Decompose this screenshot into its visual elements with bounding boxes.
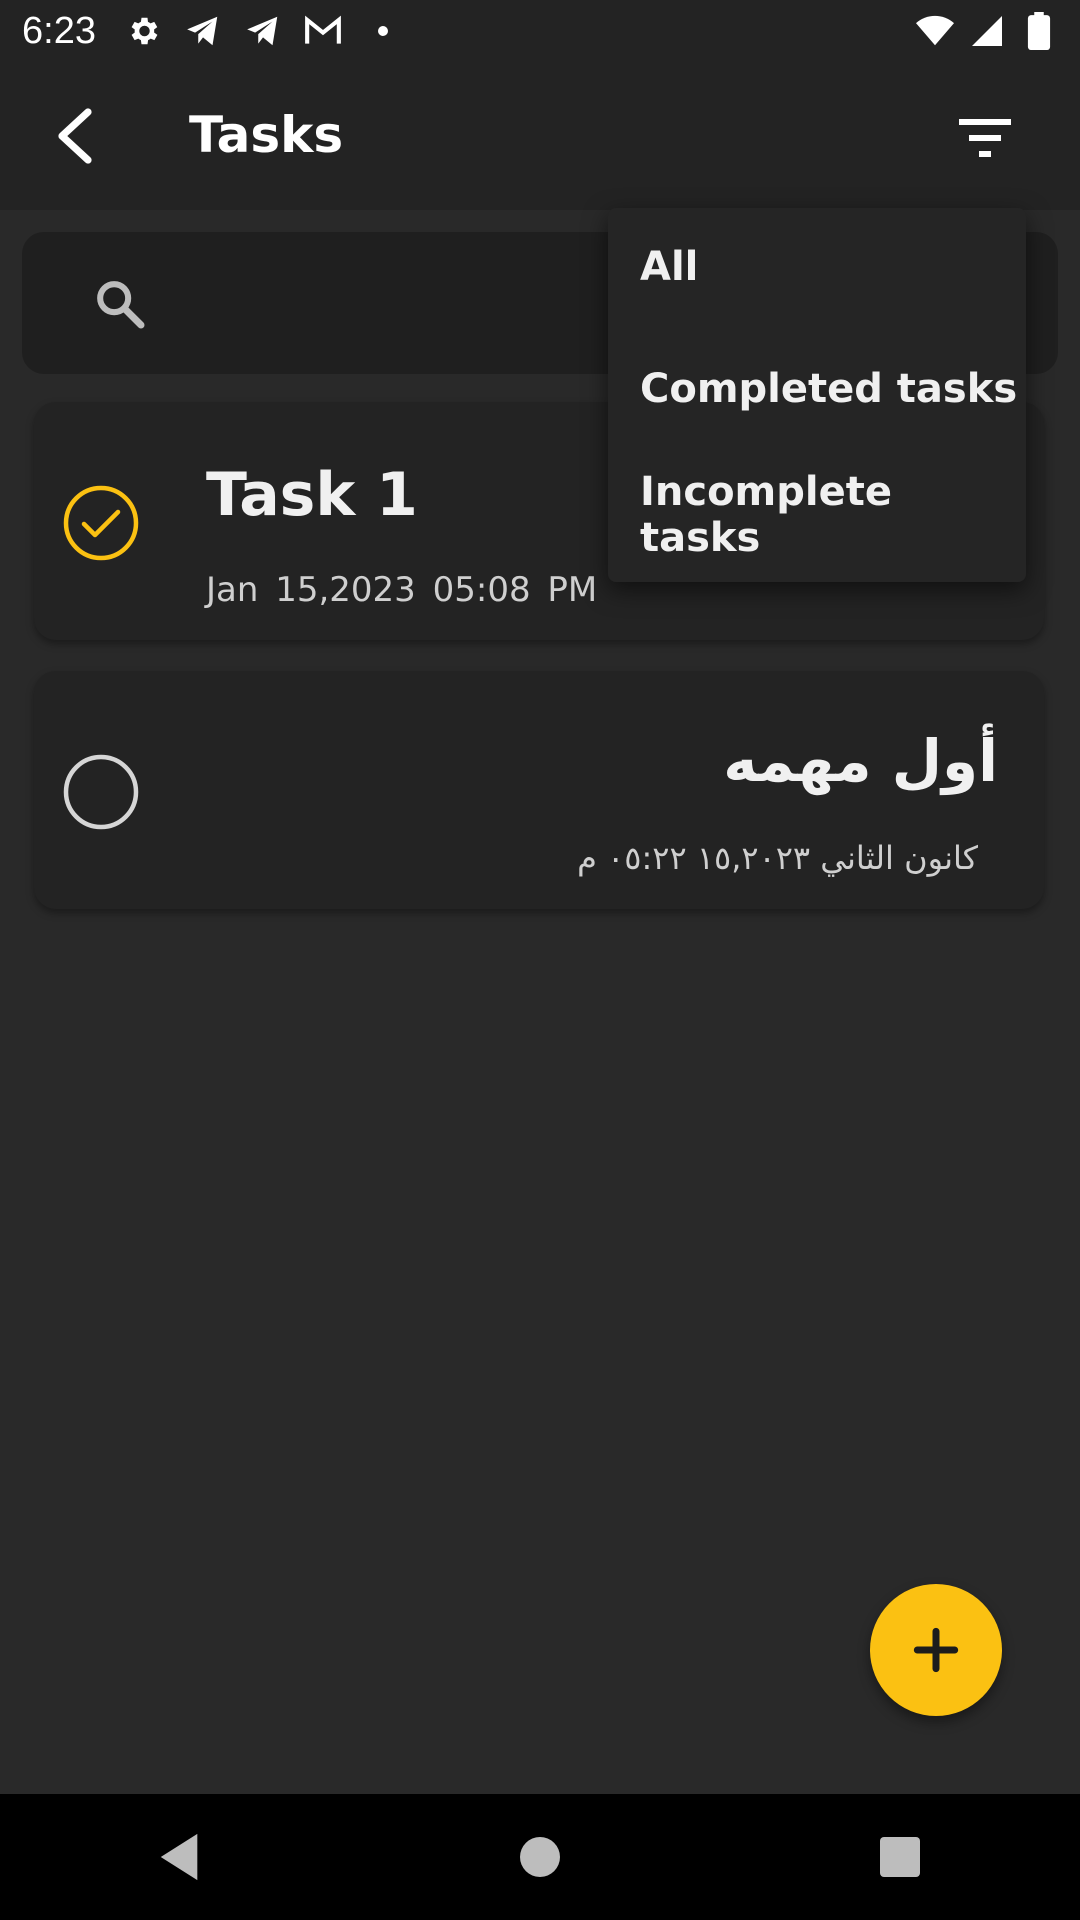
task-date: Jan 15,2023 05:08 PM [206,570,598,610]
checked-circle-icon[interactable] [62,484,140,562]
menu-item-completed[interactable]: Completed tasks [608,330,1026,448]
plus-icon [913,1627,959,1673]
wifi-icon [916,12,954,50]
navigation-bar [0,1794,1080,1920]
add-task-button[interactable] [870,1584,1002,1716]
status-time: 6:23 [22,9,96,52]
dot-icon [364,12,402,50]
search-icon [97,281,145,329]
signal-icon [968,12,1006,50]
nav-recents-button[interactable] [855,1812,945,1902]
telegram-icon [184,12,222,50]
task-title: Task 1 [206,460,418,530]
unchecked-circle-icon[interactable] [62,753,140,831]
menu-item-incomplete[interactable]: Incomplete tasks [608,456,1026,574]
nav-home-button[interactable] [495,1812,585,1902]
home-icon [520,1837,560,1877]
notification-icons [124,12,402,50]
filter-menu: All Completed tasks Incomplete tasks [608,208,1026,582]
filter-icon [959,119,1011,157]
back-icon [160,1833,198,1881]
telegram-icon [244,12,282,50]
task-date: كانون الثاني ١٥,٢٠٢٣ ٠٥:٢٢ م [577,839,978,877]
back-button[interactable] [42,104,106,168]
status-bar: 6:23 [0,0,1080,62]
back-arrow-icon [58,108,92,164]
nav-back-button[interactable] [135,1812,225,1902]
task-title: أول مهمه [723,727,998,795]
battery-icon [1020,12,1058,50]
gmail-icon [304,12,342,50]
menu-item-all[interactable]: All [608,208,1026,326]
filter-button[interactable] [950,102,1020,172]
app-bar: Tasks [0,62,1080,210]
settings-icon [124,12,162,50]
system-icons [916,12,1058,50]
task-card[interactable]: أول مهمه كانون الثاني ١٥,٢٠٢٣ ٠٥:٢٢ م [34,671,1044,909]
recents-icon [880,1837,920,1877]
page-title: Tasks [189,106,344,164]
